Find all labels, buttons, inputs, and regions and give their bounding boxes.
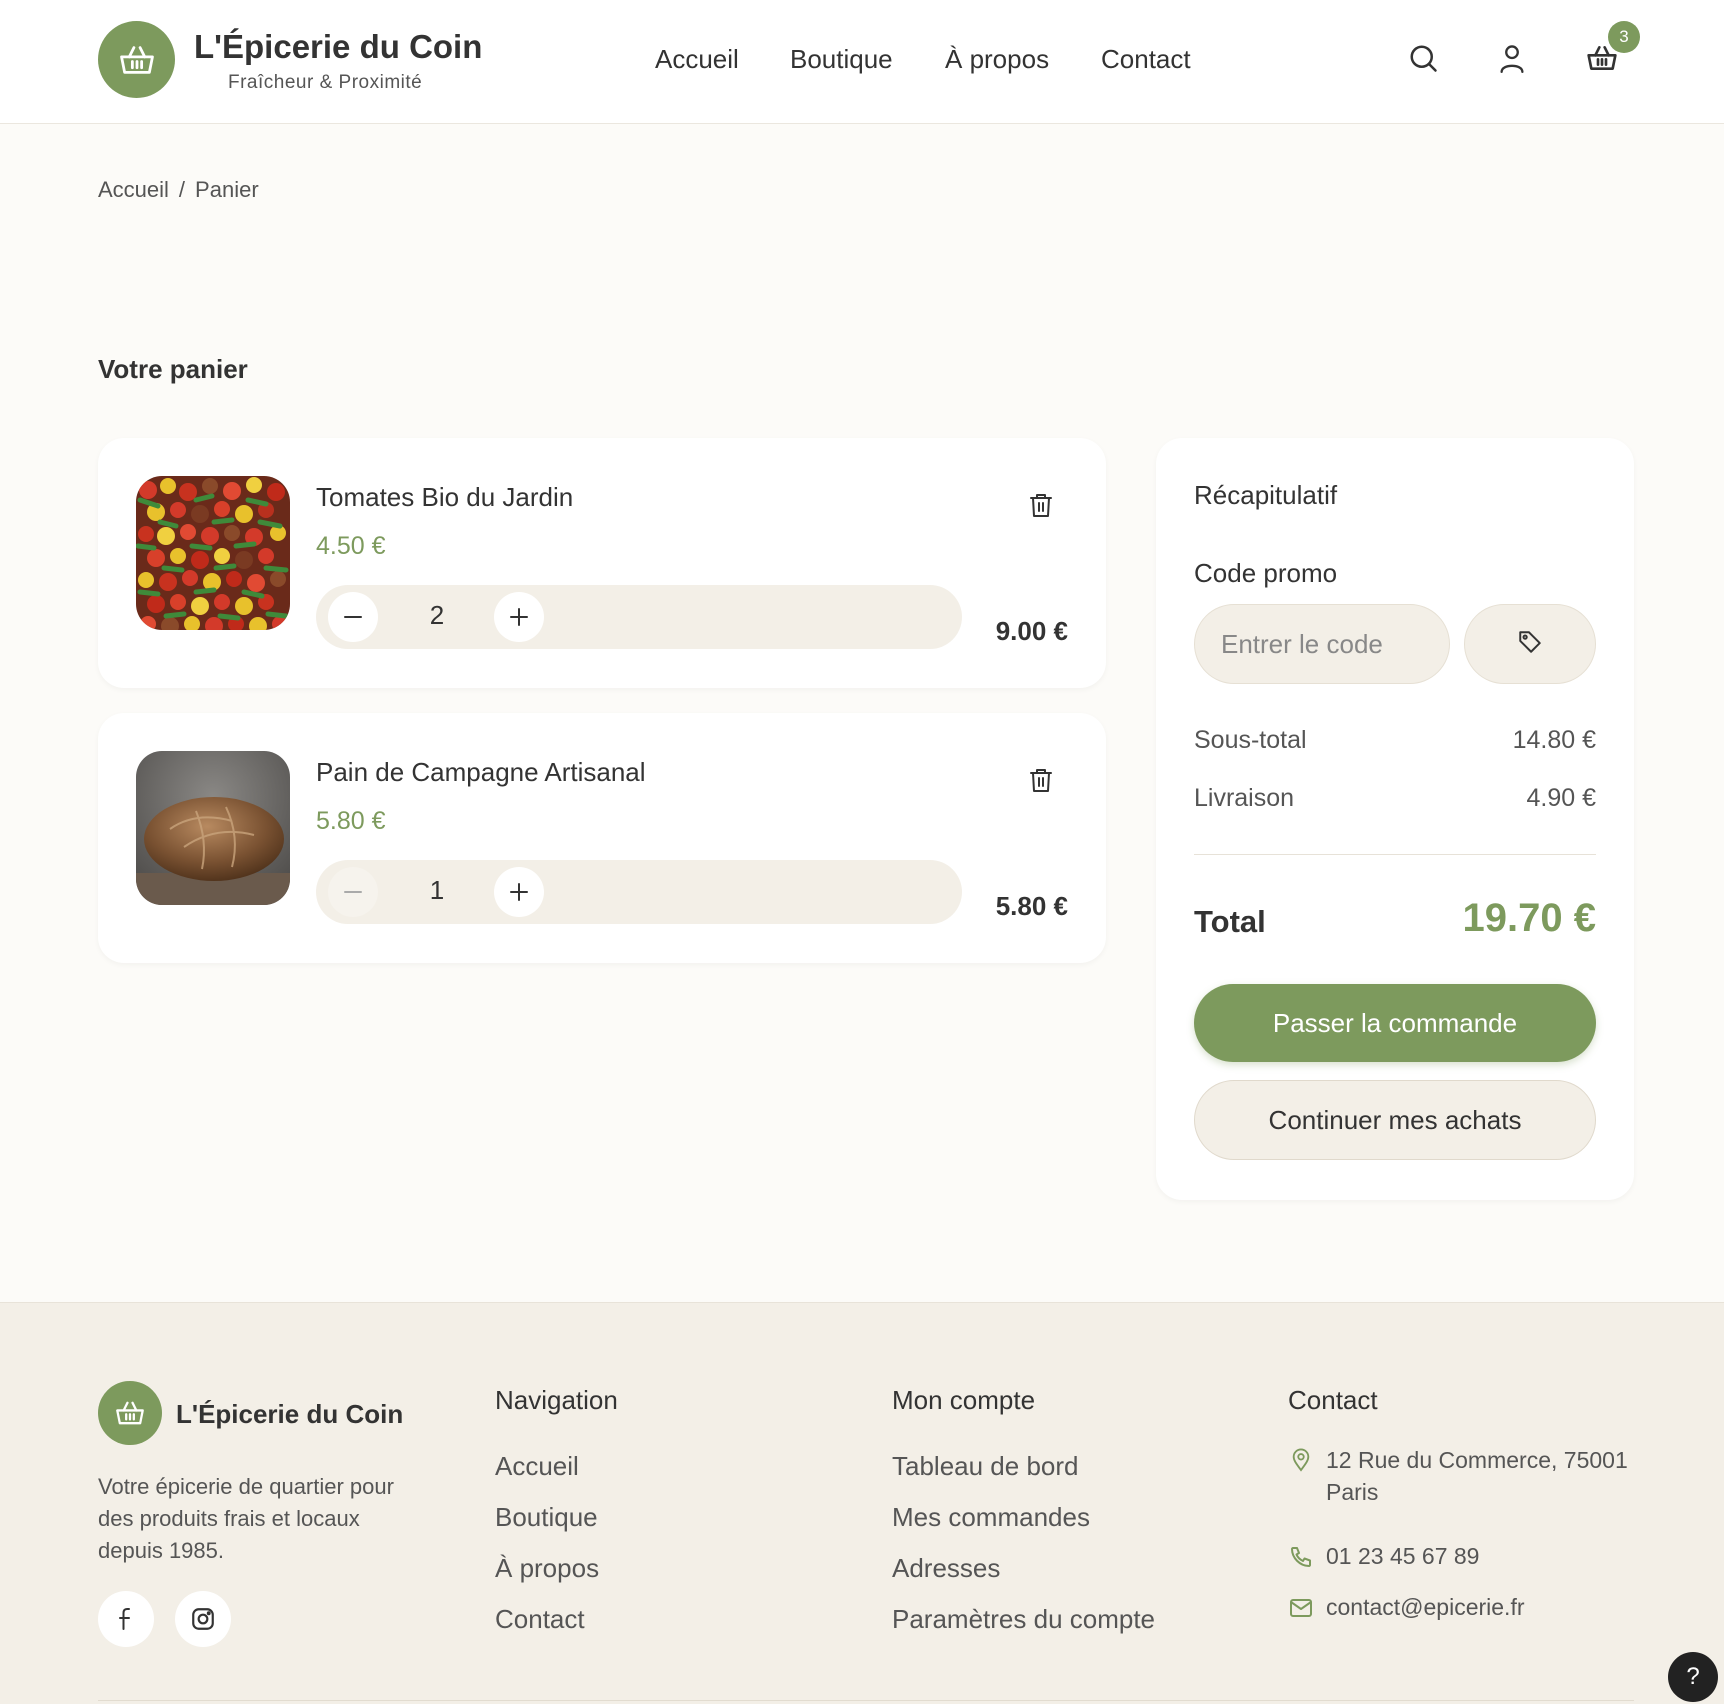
promo-code-input[interactable] (1194, 604, 1450, 684)
address-line-1: 12 Rue du Commerce, 75001 (1326, 1447, 1628, 1473)
product-name[interactable]: Pain de Campagne Artisanal (316, 757, 646, 788)
footer-link-accueil[interactable]: Accueil (495, 1451, 579, 1482)
brand-tagline: Fraîcheur & Proximité (228, 72, 423, 93)
quantity-value: 2 (429, 600, 445, 630)
logo-basket-icon[interactable] (98, 21, 175, 98)
breadcrumb-home[interactable]: Accueil (98, 177, 169, 202)
nav-a-propos[interactable]: À propos (945, 44, 1049, 75)
footer-phone[interactable]: 01 23 45 67 89 (1326, 1540, 1479, 1572)
facebook-icon[interactable] (98, 1591, 154, 1647)
total-label: Total (1194, 904, 1266, 939)
total-value: 19.70 € (1462, 896, 1596, 940)
nav-contact[interactable]: Contact (1101, 44, 1191, 75)
quantity-stepper: 1 (316, 860, 962, 924)
footer-email[interactable]: contact@epicerie.fr (1326, 1591, 1525, 1623)
shipping-value: 4.90 € (1526, 784, 1596, 812)
product-image-bread[interactable] (136, 751, 290, 905)
address-line-2: Paris (1326, 1479, 1379, 1505)
breadcrumb: Accueil / Panier (98, 177, 259, 203)
page-title: Votre panier (98, 354, 248, 384)
increase-quantity-button[interactable] (494, 867, 544, 917)
trash-icon[interactable] (1024, 763, 1058, 797)
footer-link-orders[interactable]: Mes commandes (892, 1502, 1090, 1533)
line-total: 5.80 € (995, 891, 1068, 921)
decrease-quantity-button[interactable] (328, 867, 378, 917)
footer-link-boutique[interactable]: Boutique (495, 1502, 598, 1533)
line-total: 9.00 € (995, 616, 1068, 646)
breadcrumb-current: Panier (195, 177, 259, 202)
site-header: L'Épicerie du Coin Fraîcheur & Proximité… (0, 0, 1724, 124)
product-unit-price: 4.50 € (316, 532, 386, 560)
mail-icon (1288, 1595, 1314, 1621)
subtotal-label: Sous-total (1194, 726, 1307, 754)
site-footer: L'Épicerie du Coin Votre épicerie de qua… (0, 1302, 1724, 1704)
footer-brand-name: L'Épicerie du Coin (176, 1399, 404, 1429)
brand-name[interactable]: L'Épicerie du Coin (194, 28, 482, 66)
phone-icon (1288, 1544, 1314, 1570)
breadcrumb-separator: / (178, 177, 186, 202)
product-name[interactable]: Tomates Bio du Jardin (316, 482, 573, 513)
footer-link-contact[interactable]: Contact (495, 1604, 585, 1635)
increase-quantity-button[interactable] (494, 592, 544, 642)
footer-link-dashboard[interactable]: Tableau de bord (892, 1451, 1078, 1482)
footer-description: Votre épicerie de quartier pour des prod… (98, 1474, 394, 1563)
order-summary: Récapitulatif Code promo Sous-total 14.8… (1156, 438, 1634, 1200)
shipping-label: Livraison (1194, 784, 1295, 812)
nav-boutique[interactable]: Boutique (790, 44, 893, 75)
shipping-row: Livraison 4.90 € (1194, 784, 1596, 813)
footer-link-addresses[interactable]: Adresses (892, 1553, 1000, 1584)
cart-item: Tomates Bio du Jardin 4.50 € 2 9.00 € (98, 438, 1106, 688)
summary-divider (1194, 854, 1596, 855)
product-unit-price: 5.80 € (316, 807, 386, 835)
nav-accueil[interactable]: Accueil (655, 44, 739, 75)
footer-bottom-divider (98, 1700, 1634, 1701)
footer-address: 12 Rue du Commerce, 75001 Paris (1326, 1444, 1628, 1508)
summary-title: Récapitulatif (1194, 480, 1338, 510)
cart-count-badge: 3 (1608, 21, 1640, 53)
decrease-quantity-button[interactable] (328, 592, 378, 642)
footer-link-account-settings[interactable]: Paramètres du compte (892, 1604, 1155, 1635)
tag-icon (1517, 629, 1543, 660)
trash-icon[interactable] (1024, 488, 1058, 522)
quantity-value: 1 (429, 875, 445, 905)
footer-account-title: Mon compte (892, 1385, 1036, 1415)
footer-contact-title: Contact (1288, 1385, 1378, 1415)
subtotal-value: 14.80 € (1512, 726, 1596, 754)
product-image-tomatoes[interactable] (136, 476, 290, 630)
footer-link-a-propos[interactable]: À propos (495, 1553, 599, 1584)
continue-shopping-button[interactable]: Continuer mes achats (1194, 1080, 1596, 1160)
search-icon[interactable] (1405, 40, 1441, 76)
help-button[interactable]: ? (1668, 1652, 1718, 1702)
subtotal-row: Sous-total 14.80 € (1194, 726, 1596, 755)
quantity-stepper: 2 (316, 585, 962, 649)
promo-code-label: Code promo (1194, 558, 1338, 588)
instagram-icon[interactable] (175, 1591, 231, 1647)
footer-nav-title: Navigation (495, 1385, 618, 1415)
apply-promo-button[interactable] (1464, 604, 1596, 684)
cart-item: Pain de Campagne Artisanal 5.80 € 1 5.80… (98, 713, 1106, 963)
checkout-button[interactable]: Passer la commande (1194, 984, 1596, 1062)
user-icon[interactable] (1494, 40, 1530, 76)
footer-logo-basket-icon[interactable] (98, 1381, 162, 1445)
location-pin-icon (1288, 1447, 1314, 1473)
